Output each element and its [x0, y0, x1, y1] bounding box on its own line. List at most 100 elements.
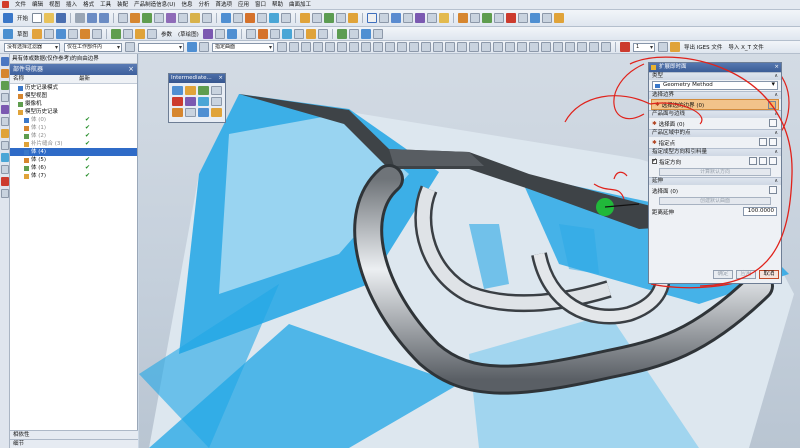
- part-navigator-icon[interactable]: [1, 81, 9, 90]
- manufacturing-icon[interactable]: [1, 189, 9, 198]
- spline-icon[interactable]: [68, 28, 79, 39]
- extend-sheet-icon[interactable]: [198, 86, 209, 95]
- select-combo[interactable]: [138, 42, 184, 52]
- ruled-surface-icon[interactable]: [211, 108, 222, 117]
- move-object-icon[interactable]: [214, 28, 225, 39]
- constraint-icon[interactable]: [257, 28, 268, 39]
- menu-info[interactable]: 信息: [178, 0, 195, 10]
- trim-sheet-icon[interactable]: [185, 86, 196, 95]
- snap-point-icon[interactable]: [385, 42, 395, 52]
- new-icon[interactable]: [32, 13, 43, 23]
- menu-edit[interactable]: 编辑: [29, 0, 46, 10]
- import-xt-button[interactable]: 导入 X_T 文件: [728, 43, 763, 51]
- edit-param-icon[interactable]: [202, 28, 213, 39]
- bounded-surface-icon[interactable]: [198, 108, 209, 117]
- menu-analysis[interactable]: 分析: [195, 0, 212, 10]
- snap-grid-icon[interactable]: [397, 42, 407, 52]
- offset-curve-icon[interactable]: [92, 28, 103, 39]
- pad-icon[interactable]: [202, 13, 213, 23]
- constraint-navigator-icon[interactable]: [1, 69, 9, 78]
- snap-curve-icon[interactable]: [337, 42, 347, 52]
- snap-edge-icon[interactable]: [505, 42, 515, 52]
- intersection-curve-icon[interactable]: [135, 28, 146, 39]
- render-icon[interactable]: [439, 13, 450, 23]
- tree-row[interactable]: 体 (1) ✔: [10, 124, 137, 132]
- snap-mid-icon[interactable]: [529, 42, 539, 52]
- layer-icon[interactable]: [118, 13, 129, 23]
- replace-face-icon[interactable]: [185, 108, 196, 117]
- snap-existing-icon[interactable]: [409, 42, 419, 52]
- tree-row[interactable]: 体 (0) ✔: [10, 116, 137, 124]
- tree-row[interactable]: 体 (4): [10, 148, 137, 156]
- snap-arc-center-icon[interactable]: [469, 42, 479, 52]
- menu-pmi[interactable]: 产品制造信息(U): [131, 0, 178, 10]
- select-all-icon[interactable]: [125, 42, 135, 52]
- system-scenes-icon[interactable]: [1, 165, 9, 174]
- process-studio-icon[interactable]: [1, 141, 9, 150]
- snap-tangent-icon[interactable]: [373, 42, 383, 52]
- tree-row[interactable]: 补片缝合 (3) ✔: [10, 140, 137, 148]
- n-sided-icon[interactable]: [324, 13, 335, 23]
- curvature-icon[interactable]: [530, 13, 541, 23]
- open-icon[interactable]: [44, 13, 55, 23]
- extract-geometry-icon[interactable]: [172, 86, 183, 95]
- sketch-curve-icon[interactable]: [3, 28, 13, 39]
- arc-icon[interactable]: [44, 28, 55, 39]
- rotate-icon[interactable]: [415, 13, 426, 23]
- curve-on-surface-icon[interactable]: [281, 28, 292, 39]
- extrude-icon[interactable]: [142, 13, 153, 23]
- trim-body-icon[interactable]: [245, 13, 256, 23]
- project-curve-icon[interactable]: [123, 28, 134, 39]
- split-face-icon[interactable]: [198, 97, 209, 106]
- snap-combo[interactable]: 指定曲面: [212, 42, 274, 52]
- view-orient-icon[interactable]: [470, 13, 481, 23]
- snap-control-icon[interactable]: [445, 42, 455, 52]
- snap-arc-icon[interactable]: [421, 42, 431, 52]
- transform-icon[interactable]: [226, 28, 237, 39]
- tree-row[interactable]: 历史记录模式: [10, 84, 137, 92]
- pocket-icon[interactable]: [190, 13, 201, 23]
- tree-row[interactable]: 体 (5) ✔: [10, 156, 137, 164]
- tree-row[interactable]: 摄像机: [10, 100, 137, 108]
- through-curves-icon[interactable]: [312, 13, 323, 23]
- filter-combo[interactable]: 没有选择过滤器: [4, 42, 60, 52]
- tree-row[interactable]: 模型历史记录: [10, 108, 137, 116]
- menu-file[interactable]: 文件: [12, 0, 29, 10]
- snap-spline-icon[interactable]: [541, 42, 551, 52]
- circle-icon[interactable]: [56, 28, 67, 39]
- snap-center-icon[interactable]: [301, 42, 311, 52]
- perspective-icon[interactable]: [427, 13, 438, 23]
- roles-icon[interactable]: [1, 153, 9, 162]
- reuse-library-icon[interactable]: [1, 93, 9, 102]
- snap-point-on-curve-icon[interactable]: [553, 42, 563, 52]
- snap-pole-icon[interactable]: [361, 42, 371, 52]
- menu-assembly[interactable]: 装配: [114, 0, 131, 10]
- palette-icon[interactable]: [1, 177, 9, 186]
- extension-icon[interactable]: [348, 13, 359, 23]
- join-curve-icon[interactable]: [317, 28, 328, 39]
- enlarge-icon[interactable]: [185, 97, 196, 106]
- menu-format[interactable]: 格式: [80, 0, 97, 10]
- pan-icon[interactable]: [403, 13, 414, 23]
- parting-icon[interactable]: [372, 28, 383, 39]
- select-icon[interactable]: [367, 13, 378, 23]
- revolve-icon[interactable]: [154, 13, 165, 23]
- snap-intersection-icon[interactable]: [325, 42, 335, 52]
- mold-wizard-icon[interactable]: [554, 13, 565, 23]
- snap-vertex-icon[interactable]: [493, 42, 503, 52]
- tree-row[interactable]: 体 (7) ✔: [10, 172, 137, 180]
- snap-midpoint-icon[interactable]: [289, 42, 299, 52]
- snap-center-arc-icon[interactable]: [565, 42, 575, 52]
- save-icon[interactable]: [56, 13, 67, 23]
- snap-quadrant-icon[interactable]: [313, 42, 323, 52]
- patch-surface-icon[interactable]: [172, 97, 183, 106]
- assembly-navigator-icon[interactable]: [1, 57, 9, 66]
- select-feature-icon[interactable]: [187, 42, 197, 52]
- show-hide-icon[interactable]: [494, 13, 505, 23]
- divide-face-icon[interactable]: [305, 28, 316, 39]
- menu-preferences[interactable]: 首选项: [212, 0, 235, 10]
- layer-settings-icon[interactable]: [269, 28, 280, 39]
- section-icon[interactable]: [482, 13, 493, 23]
- blend-icon[interactable]: [221, 13, 232, 23]
- menu-surface-machining[interactable]: 曲面加工: [286, 0, 314, 10]
